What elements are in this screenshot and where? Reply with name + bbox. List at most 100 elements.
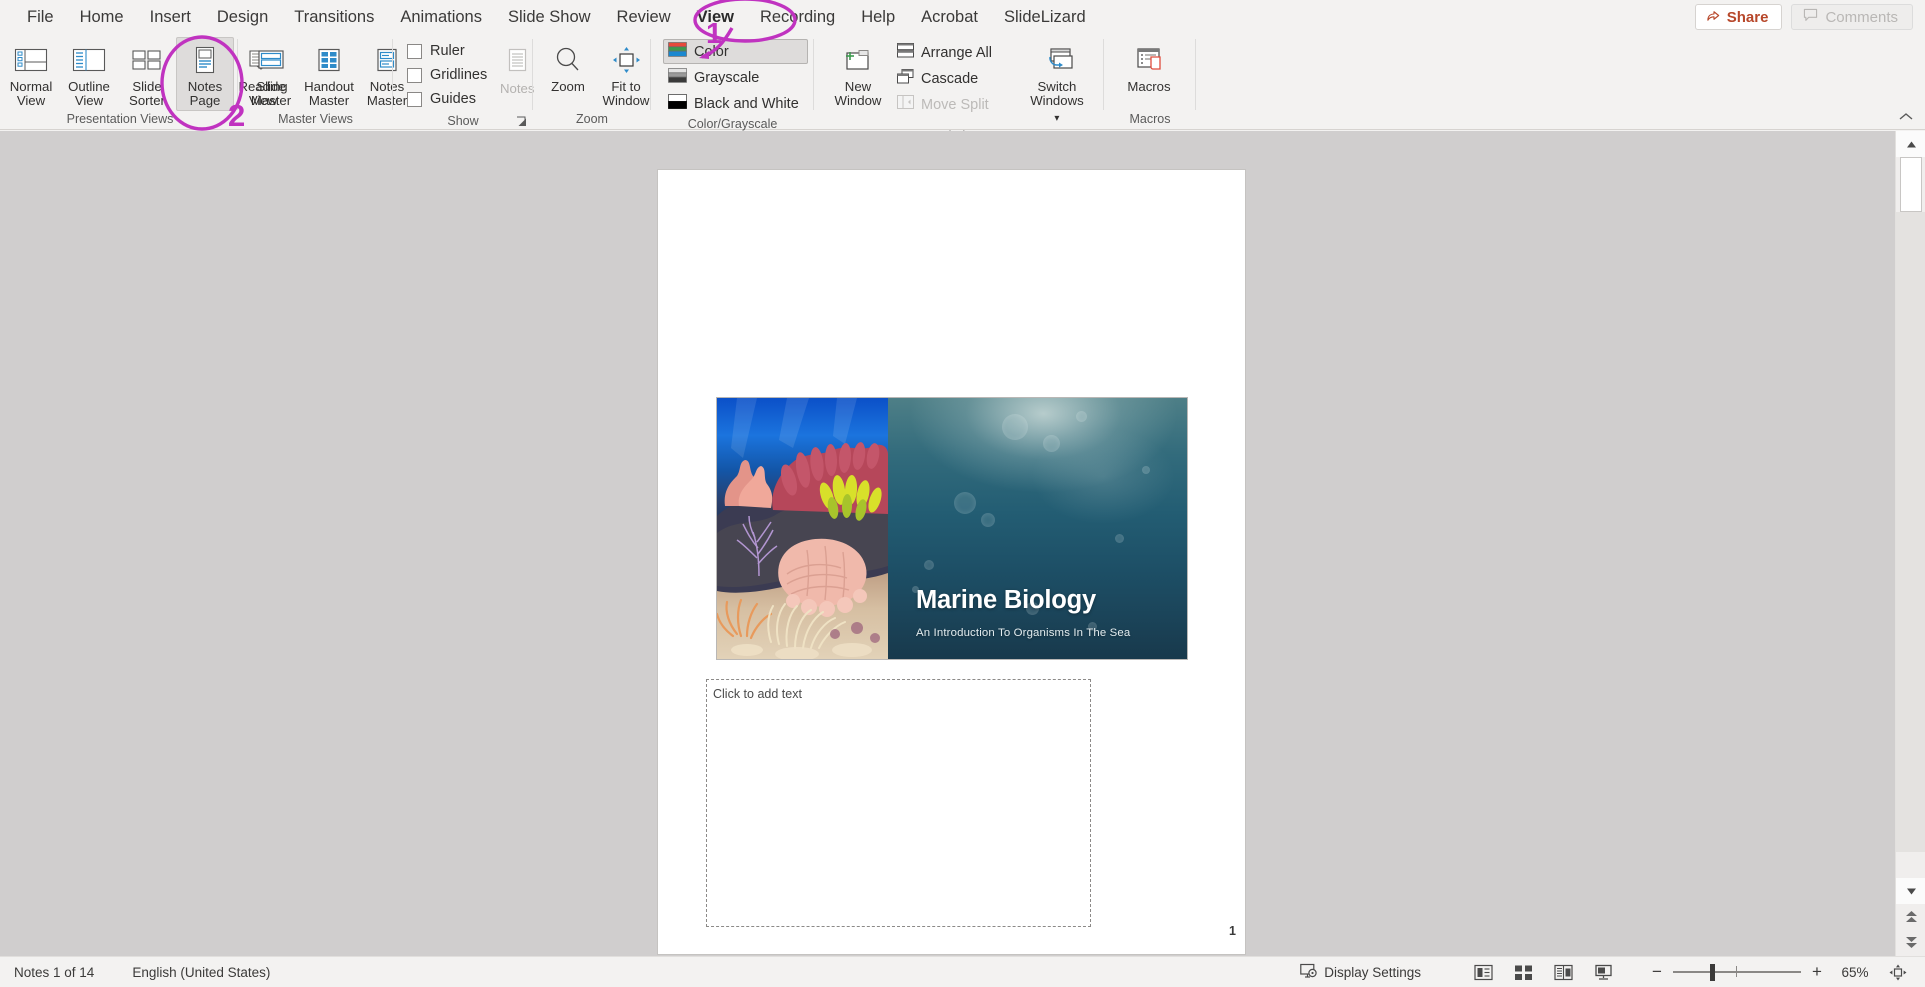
status-normal-view-button[interactable] (1463, 959, 1503, 985)
guides-label: Guides (430, 91, 476, 107)
notes-page[interactable]: Marine Biology An Introduction To Organi… (658, 170, 1245, 954)
tab-view[interactable]: View (684, 3, 747, 36)
switch-windows-button[interactable]: Switch Windows ▾ (1017, 37, 1097, 128)
guides-checkbox-row[interactable]: Guides (403, 87, 487, 111)
gridlines-checkbox[interactable] (407, 67, 422, 83)
scroll-down-button[interactable] (1896, 878, 1925, 904)
tab-home[interactable]: Home (67, 3, 137, 31)
share-icon (1706, 8, 1721, 27)
zoom-in-button[interactable]: + (1805, 960, 1829, 984)
coral-reef-photo (717, 398, 888, 659)
vertical-scrollbar[interactable] (1895, 131, 1925, 956)
document-canvas[interactable]: Marine Biology An Introduction To Organi… (0, 131, 1895, 956)
handout-master-button[interactable]: Handout Master (300, 37, 358, 111)
tab-help[interactable]: Help (848, 3, 908, 31)
ruler-checkbox-row[interactable]: Ruler (403, 39, 487, 63)
slide-sorter-icon (130, 43, 164, 77)
gridlines-label: Gridlines (430, 67, 488, 83)
outline-view-label2: View (74, 93, 104, 108)
slide-title-panel: Marine Biology An Introduction To Organi… (888, 398, 1187, 659)
black-white-swatch-icon (668, 93, 687, 114)
slide-title: Marine Biology (916, 586, 1096, 614)
zoom-level-label[interactable]: 65% (1829, 965, 1881, 980)
scrollbar-track[interactable] (1896, 212, 1925, 852)
ribbon-group-zoom: Zoom Fit to Window Zoom (533, 33, 651, 130)
comments-button[interactable]: Comments (1791, 4, 1913, 30)
notes-placeholder-text: Click to add text (713, 687, 802, 701)
notes-page-button[interactable]: Notes Page (176, 37, 234, 111)
zoom-out-button[interactable]: − (1645, 960, 1669, 984)
status-bar: Notes 1 of 14 English (United States) Di… (0, 956, 1925, 987)
color-option[interactable]: Color (663, 39, 808, 64)
zoom-label: Zoom (551, 79, 585, 94)
previous-page-button[interactable] (1896, 904, 1925, 930)
ruler-checkbox[interactable] (407, 43, 422, 59)
presentation-views-group-label: Presentation Views (66, 112, 174, 126)
chevron-down-icon[interactable]: ▾ (1054, 113, 1059, 124)
zoom-slider[interactable] (1673, 960, 1801, 984)
macros-group-label: Macros (1129, 112, 1171, 126)
tab-acrobat[interactable]: Acrobat (908, 3, 991, 31)
cascade-button[interactable]: Cascade (892, 66, 1001, 91)
slide-counter[interactable]: Notes 1 of 14 (0, 965, 104, 980)
macros-button[interactable]: Macros (1120, 37, 1178, 111)
slide-master-button[interactable]: Slide Master (242, 37, 300, 111)
grayscale-option[interactable]: Grayscale (663, 65, 808, 90)
next-page-button[interactable] (1896, 930, 1925, 956)
color-label: Color (694, 43, 729, 60)
page-number: 1 (1229, 924, 1236, 938)
arrange-all-button[interactable]: Arrange All (892, 40, 1001, 65)
move-split-icon (897, 94, 914, 115)
tab-recording[interactable]: Recording (747, 3, 848, 31)
fit-slide-to-window-icon (1889, 964, 1907, 980)
notes-text-placeholder[interactable]: Click to add text (706, 679, 1091, 927)
slide-thumbnail[interactable]: Marine Biology An Introduction To Organi… (717, 398, 1187, 659)
tab-design[interactable]: Design (204, 3, 281, 31)
scrollbar-bottom-controls (1896, 878, 1925, 956)
normal-view-small-icon (1473, 964, 1493, 980)
tab-slidelizard[interactable]: SlideLizard (991, 3, 1099, 31)
tab-animations[interactable]: Animations (387, 3, 495, 31)
fit-to-window-icon (609, 43, 643, 77)
zoom-slider-thumb[interactable] (1710, 964, 1715, 981)
tab-slide-show[interactable]: Slide Show (495, 3, 604, 31)
gridlines-checkbox-row[interactable]: Gridlines (403, 63, 487, 87)
fit-to-window-button[interactable]: Fit to Window (597, 37, 655, 111)
outline-view-button[interactable]: Outline View (60, 37, 118, 111)
slide-sorter-button[interactable]: Slide Sorter (118, 37, 176, 111)
show-dialog-launcher[interactable] (516, 116, 529, 129)
comment-bubble-icon (1803, 8, 1818, 26)
tab-file[interactable]: File (14, 3, 67, 31)
status-slide-show-button[interactable] (1583, 959, 1623, 985)
tab-review[interactable]: Review (604, 3, 684, 31)
tab-transitions[interactable]: Transitions (281, 3, 387, 31)
ribbon-group-window: New Window Arrange All Cascade Move Spli… (814, 33, 1104, 143)
zoom-slider-midpoint (1736, 966, 1737, 977)
language-indicator[interactable]: English (United States) (104, 965, 280, 980)
move-split-button[interactable]: Move Split (892, 92, 1001, 117)
share-button[interactable]: Share (1694, 4, 1783, 30)
notes-icon (503, 45, 531, 79)
collapse-ribbon-button[interactable] (1897, 111, 1915, 126)
zoom-button[interactable]: Zoom (539, 37, 597, 111)
handout-master-icon (312, 43, 346, 77)
normal-view-button[interactable]: Normal View (2, 37, 60, 111)
zoom-slider-track (1673, 971, 1801, 973)
tab-insert[interactable]: Insert (137, 3, 204, 31)
scroll-up-button[interactable] (1896, 131, 1925, 157)
guides-checkbox[interactable] (407, 91, 422, 107)
display-settings-button[interactable]: Display Settings (1290, 963, 1431, 982)
slide-master-label2: Master (250, 93, 292, 108)
move-split-label: Move Split (921, 96, 989, 113)
new-window-button[interactable]: New Window (826, 37, 890, 111)
fit-slide-to-window-button[interactable] (1881, 959, 1915, 985)
reading-view-small-icon (1553, 964, 1573, 980)
ribbon-tab-bar: File Home Insert Design Transitions Anim… (0, 0, 1925, 36)
status-slide-sorter-button[interactable] (1503, 959, 1543, 985)
handout-master-label2: Master (308, 93, 350, 108)
scrollbar-thumb[interactable] (1900, 157, 1922, 212)
slide-subtitle: An Introduction To Organisms In The Sea (916, 627, 1131, 639)
black-and-white-option[interactable]: Black and White (663, 91, 808, 116)
status-reading-view-button[interactable] (1543, 959, 1583, 985)
grayscale-swatch-icon (668, 67, 687, 88)
